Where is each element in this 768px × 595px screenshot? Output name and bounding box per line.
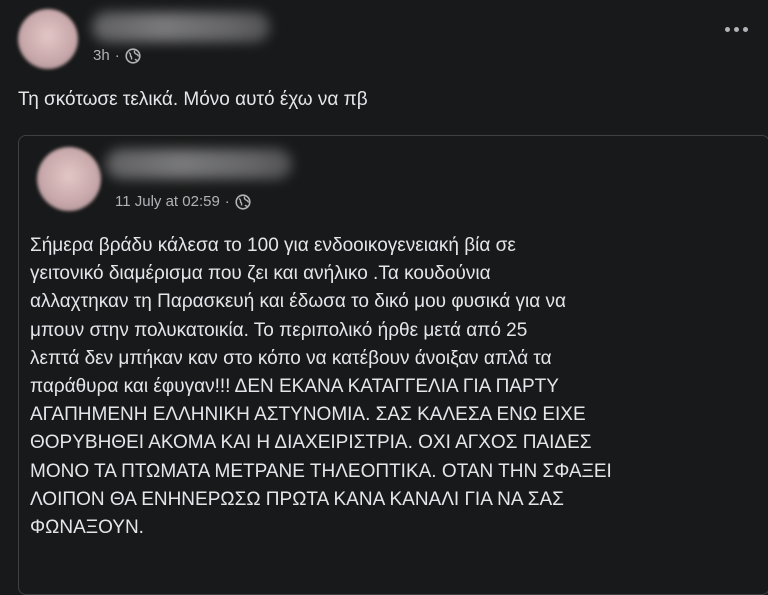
meta-separator: · [114,47,120,64]
shared-post-text: Σήμερα βράδυ κάλεσα το 100 για ενδοοικογ… [30,235,612,539]
meta-separator: · [224,193,230,210]
author-name-blurred[interactable] [92,12,270,42]
globe-icon [125,47,141,64]
post-text: Τη σκότωσε τελικά. Μόνο αυτό έχω να πβ [18,89,368,110]
dot [734,27,739,32]
dot [743,27,748,32]
shared-author-avatar[interactable] [37,147,101,211]
shared-post-meta: 11 July at 02:59 · [115,193,251,210]
shared-author-name-blurred[interactable] [106,149,292,179]
post-timestamp[interactable]: 3h [93,47,110,64]
more-options-button[interactable] [725,27,748,32]
shared-post-timestamp[interactable]: 11 July at 02:59 [115,193,220,210]
post-meta: 3h · [93,47,141,64]
globe-icon [235,193,251,210]
dot [725,27,730,32]
author-avatar[interactable] [18,9,78,69]
